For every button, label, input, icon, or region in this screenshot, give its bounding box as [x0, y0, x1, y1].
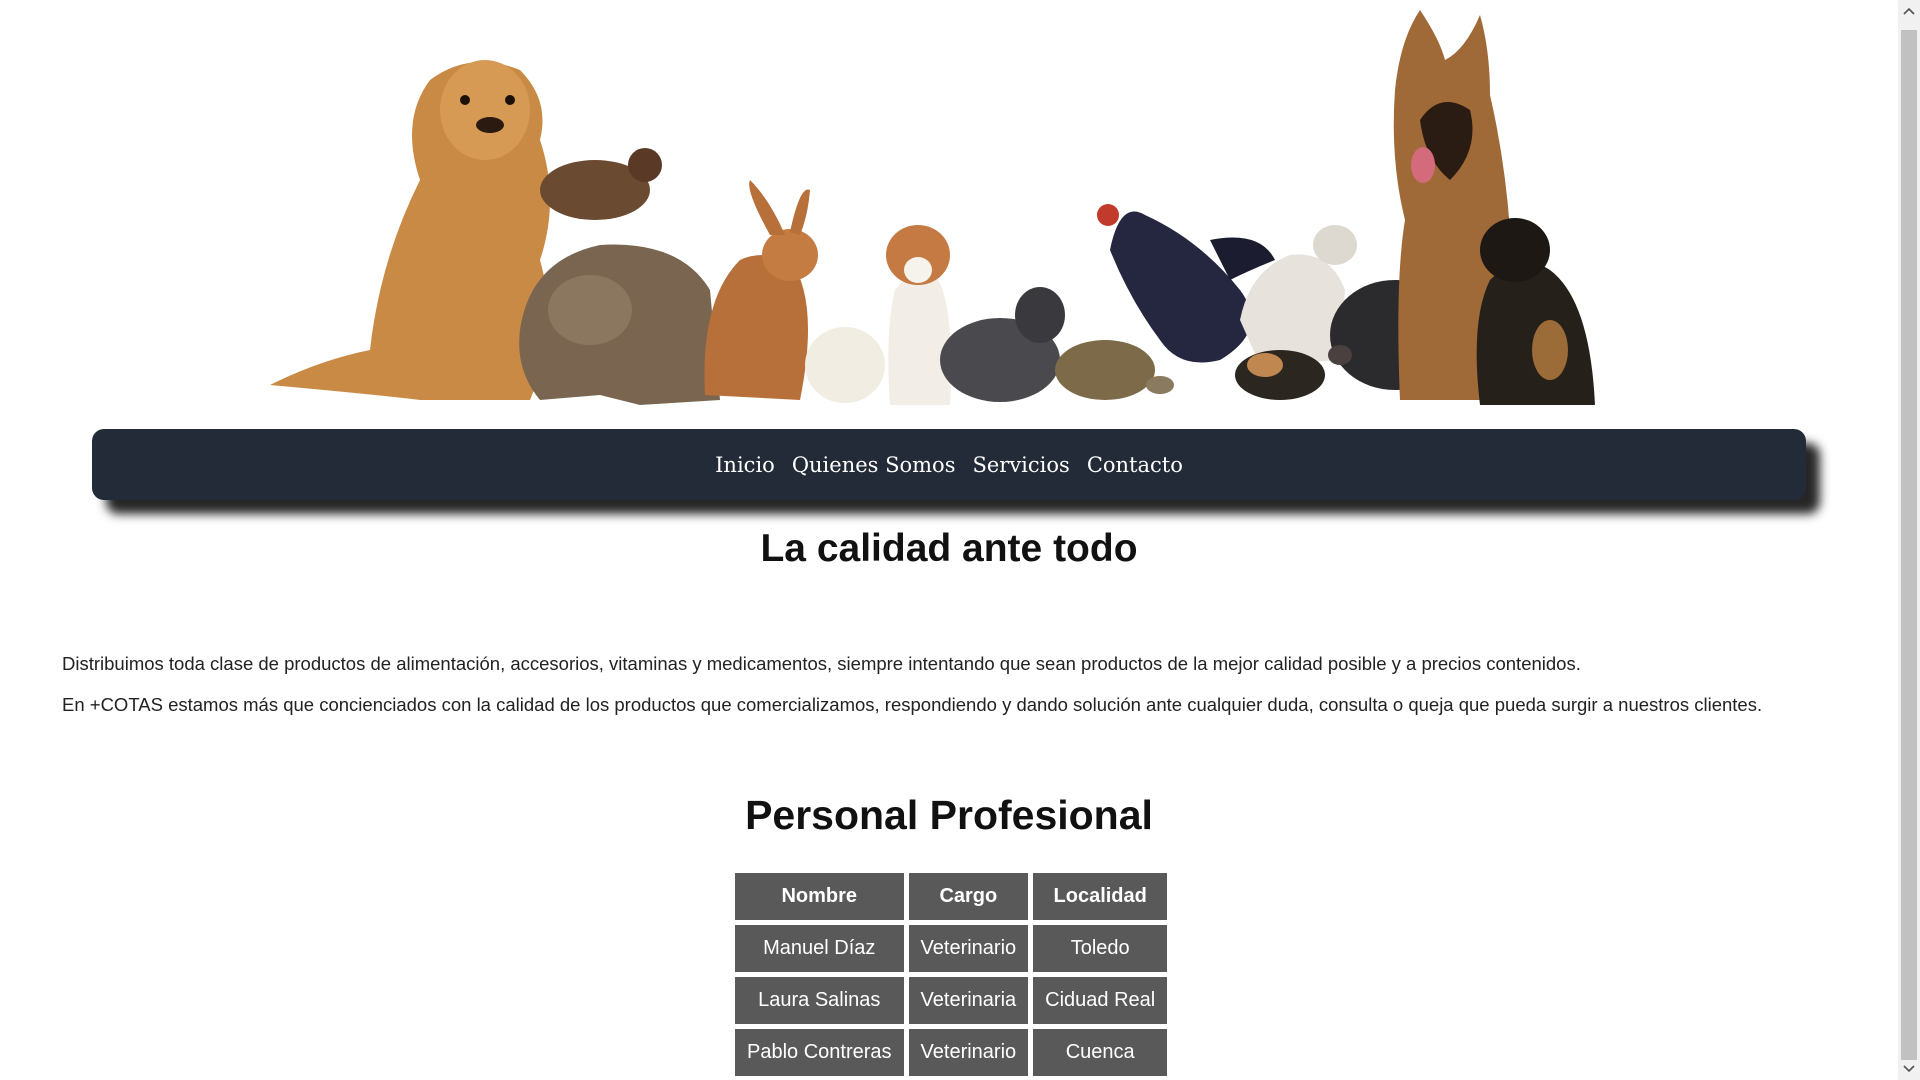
cell-cargo: Veterinaria [908, 977, 1029, 1024]
column-header-nombre: Nombre [735, 873, 904, 920]
table-row: Laura Salinas Veterinaria Ciduad Real [735, 977, 1168, 1024]
quality-paragraph: En +COTAS estamos más que concienciados … [62, 694, 1763, 715]
chick-white [805, 327, 885, 403]
pets-banner-image [0, 0, 1898, 430]
column-header-cargo: Cargo [908, 873, 1029, 920]
table-header-row: Nombre Cargo Localidad [735, 873, 1168, 920]
page-title: La calidad ante todo [760, 527, 1138, 570]
tortoise [1055, 340, 1174, 400]
cell-cargo: Veterinario [908, 1029, 1029, 1076]
cell-localidad: Cuenca [1033, 1029, 1168, 1076]
dog-chihuahua [886, 225, 951, 405]
staff-table: Nombre Cargo Localidad Manuel Díaz Veter… [730, 868, 1172, 1080]
cell-nombre: Manuel Díaz [735, 925, 904, 972]
cell-cargo: Veterinario [908, 925, 1029, 972]
guinea-pig [1235, 350, 1325, 400]
rooster [1097, 204, 1275, 363]
dog-golden-retriever [270, 60, 550, 400]
scroll-up-arrow-icon[interactable] [1898, 0, 1920, 22]
bird-quail [540, 148, 662, 220]
dog-puppy [1476, 218, 1595, 405]
nav-inicio[interactable]: Inicio [715, 453, 775, 477]
table-row: Manuel Díaz Veterinario Toledo [735, 925, 1168, 972]
scroll-thumb[interactable] [1901, 30, 1917, 1060]
column-header-localidad: Localidad [1033, 873, 1168, 920]
nav-contacto[interactable]: Contacto [1087, 453, 1183, 477]
cell-nombre: Pablo Contreras [735, 1029, 904, 1076]
staff-title: Personal Profesional [745, 792, 1153, 838]
cat-tabby [519, 244, 720, 405]
cell-nombre: Laura Salinas [735, 977, 904, 1024]
vertical-scrollbar[interactable] [1898, 0, 1920, 1080]
intro-paragraph: Distribuimos toda clase de productos de … [62, 653, 1581, 674]
rabbit [704, 180, 818, 400]
cell-localidad: Ciduad Real [1033, 977, 1168, 1024]
scroll-down-arrow-icon[interactable] [1898, 1058, 1920, 1080]
cell-localidad: Toledo [1033, 925, 1168, 972]
chicken-silkie [940, 287, 1065, 402]
main-nav: Inicio Quienes Somos Servicios Contacto [92, 429, 1806, 500]
table-row: Pablo Contreras Veterinario Cuenca [735, 1029, 1168, 1076]
nav-quienes-somos[interactable]: Quienes Somos [792, 453, 956, 477]
page: Inicio Quienes Somos Servicios Contacto … [0, 0, 1898, 1080]
nav-servicios[interactable]: Servicios [972, 453, 1069, 477]
